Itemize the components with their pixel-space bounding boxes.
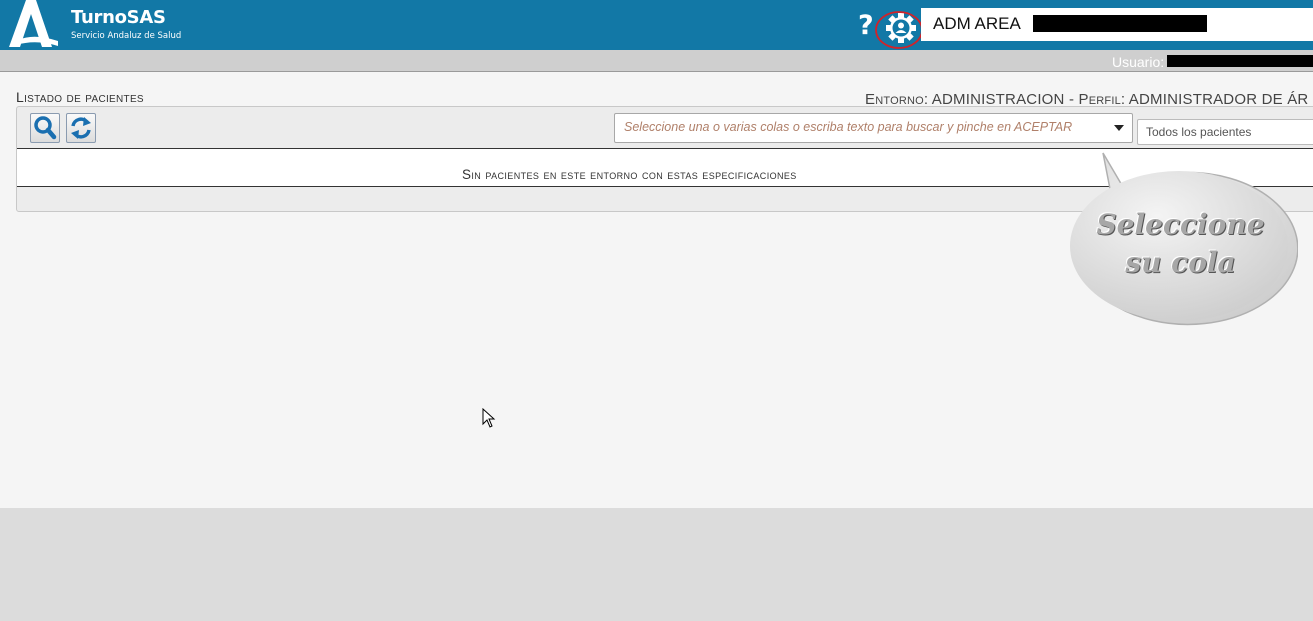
refresh-icon (71, 117, 91, 139)
center-label: ADM AREA (933, 14, 1021, 33)
user-bar: Usuario: (0, 50, 1313, 72)
tooltip-line-1: Seleccione (1096, 208, 1265, 241)
user-label: Usuario: (1112, 54, 1165, 70)
queue-select-placeholder: Seleccione una o varias colas o escriba … (624, 120, 1073, 134)
app-brand-name: TurnoSAS (71, 7, 166, 28)
app-header: TurnoSAS Servicio Andaluz de Salud ? ADM… (0, 0, 1313, 50)
center-selector[interactable]: ADM AREA (921, 8, 1313, 41)
settings-button[interactable] (873, 10, 923, 50)
empty-state-message: Sin pacientes en este entorno con estas … (462, 167, 797, 182)
select-queue-tooltip: Seleccione su cola (1063, 150, 1299, 335)
junta-andalucia-logo (9, 0, 58, 47)
search-button[interactable] (30, 113, 60, 143)
redacted-username (1167, 55, 1313, 67)
patient-filter-value: Todos los pacientes (1146, 125, 1252, 139)
gear-user-icon (875, 11, 923, 49)
patient-filter-select[interactable]: Todos los pacientes (1137, 119, 1313, 145)
queue-select[interactable]: Seleccione una o varias colas o escriba … (614, 113, 1133, 143)
mouse-cursor-icon (482, 408, 496, 428)
app-brand-subtitle: Servicio Andaluz de Salud (71, 31, 182, 41)
page-title: Listado de pacientes (16, 89, 144, 105)
search-icon (34, 116, 57, 140)
refresh-button[interactable] (66, 113, 96, 143)
tooltip-line-2: su cola (1125, 246, 1236, 279)
redacted-center-name (1033, 15, 1207, 32)
help-icon[interactable]: ? (858, 11, 874, 41)
chevron-down-icon[interactable] (1114, 125, 1124, 131)
speech-bubble-shape (1070, 152, 1299, 326)
